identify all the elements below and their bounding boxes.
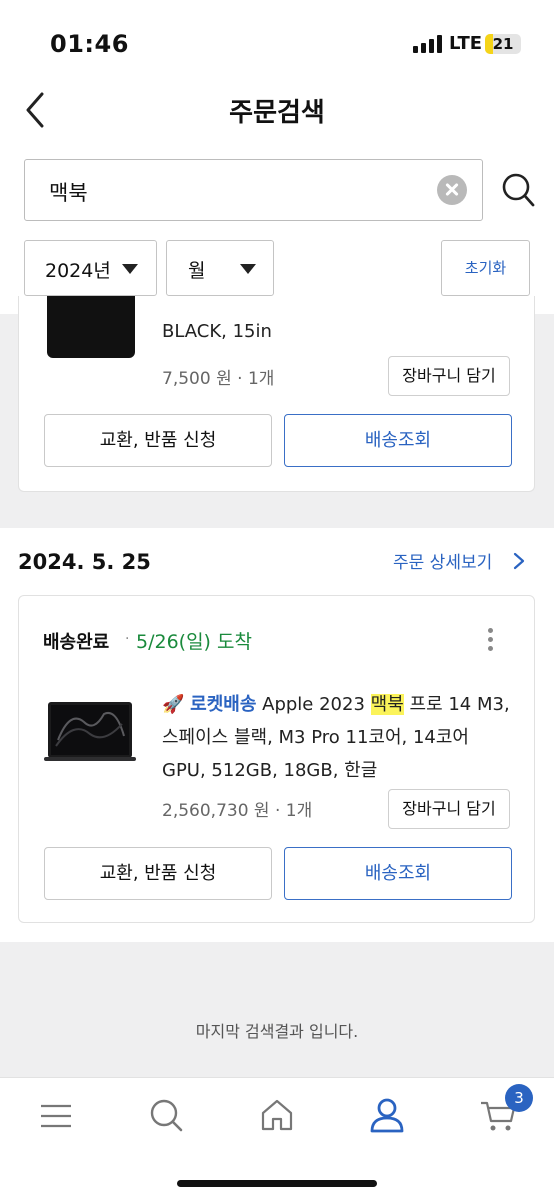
product-thumbnail[interactable] [44, 700, 136, 764]
order-card: BLACK, 15in 7,500 원 · 1개 장바구니 담기 교환, 반품 … [18, 296, 535, 492]
arrival-date: 5/26(일) 도착 [136, 631, 252, 653]
search-icon[interactable] [146, 1095, 186, 1135]
month-select-value: 월 [188, 260, 206, 282]
status-time: 01:46 [50, 30, 129, 58]
year-select[interactable]: 2024년 [24, 240, 157, 296]
chevron-right-icon[interactable] [513, 552, 525, 570]
rocket-delivery-label: 로켓배송 [190, 694, 257, 715]
exchange-return-button[interactable]: 교환, 반품 신청 [44, 847, 272, 900]
order-group: 2024. 5. 25 주문 상세보기 배송완료 · 5/26(일) 도착 🚀 … [0, 528, 554, 942]
status-bar: 01:46 LTE 21 [0, 0, 554, 80]
delivery-status: 배송완료 [43, 632, 110, 653]
reset-button[interactable]: 초기화 [441, 240, 530, 296]
network-label: LTE [449, 33, 483, 54]
product-quantity: 1개 [247, 369, 275, 389]
track-delivery-button[interactable]: 배송조회 [284, 847, 512, 900]
price-quantity: 7,500 원 · 1개 [162, 364, 274, 389]
page-title: 주문검색 [229, 98, 325, 128]
order-date: 2024. 5. 25 [18, 550, 151, 574]
home-indicator [177, 1180, 377, 1187]
separator-dot: · [274, 801, 286, 821]
search-input[interactable]: 맥북 [24, 159, 483, 221]
product-price: 2,560,730 원 [162, 801, 270, 821]
month-select[interactable]: 월 [166, 240, 274, 296]
cart-count-badge: 3 [505, 1084, 533, 1112]
exchange-return-button[interactable]: 교환, 반품 신청 [44, 414, 272, 467]
clear-icon[interactable] [437, 175, 467, 205]
chevron-down-icon [122, 264, 138, 274]
price-quantity: 2,560,730 원 · 1개 [162, 796, 312, 821]
header: 주문검색 [0, 80, 554, 140]
rocket-icon: 🚀 [162, 694, 185, 715]
product-quantity: 1개 [285, 801, 313, 821]
product-thumbnail[interactable] [47, 296, 135, 358]
separator-dot: · [237, 369, 248, 389]
search-query[interactable]: 맥북 [49, 177, 88, 207]
order-card: 배송완료 · 5/26(일) 도착 🚀 로켓배송 Apple 2023 맥북 프… [18, 595, 535, 923]
year-select-value: 2024년 [45, 260, 111, 282]
add-to-cart-button[interactable]: 장바구니 담기 [388, 789, 510, 829]
bottom-nav: 3 [0, 1077, 554, 1200]
battery-level: 21 [492, 35, 514, 53]
search-area: 맥북 2024년 월 초기화 [0, 140, 554, 314]
search-icon[interactable] [500, 170, 536, 210]
menu-icon[interactable] [36, 1095, 76, 1135]
product-name[interactable]: 🚀 로켓배송 Apple 2023 맥북 프로 14 M3, 스페이스 블랙, … [162, 688, 512, 787]
user-icon[interactable] [367, 1095, 407, 1135]
separator-dot: · [125, 631, 130, 647]
end-of-results-message: 마지막 검색결과 입니다. [195, 1022, 359, 1041]
add-to-cart-button[interactable]: 장바구니 담기 [388, 356, 510, 396]
search-highlight: 맥북 [370, 694, 404, 715]
product-name-prefix: Apple 2023 [262, 694, 365, 715]
signal-icon [413, 35, 442, 53]
track-delivery-button[interactable]: 배송조회 [284, 414, 512, 467]
chevron-down-icon [240, 264, 256, 274]
more-options-icon[interactable] [486, 628, 494, 654]
product-price: 7,500 원 [162, 369, 232, 389]
order-detail-link[interactable]: 주문 상세보기 [393, 548, 492, 573]
home-icon[interactable] [257, 1095, 297, 1135]
battery-icon: 21 [485, 34, 521, 54]
product-name[interactable]: BLACK, 15in [162, 321, 272, 342]
